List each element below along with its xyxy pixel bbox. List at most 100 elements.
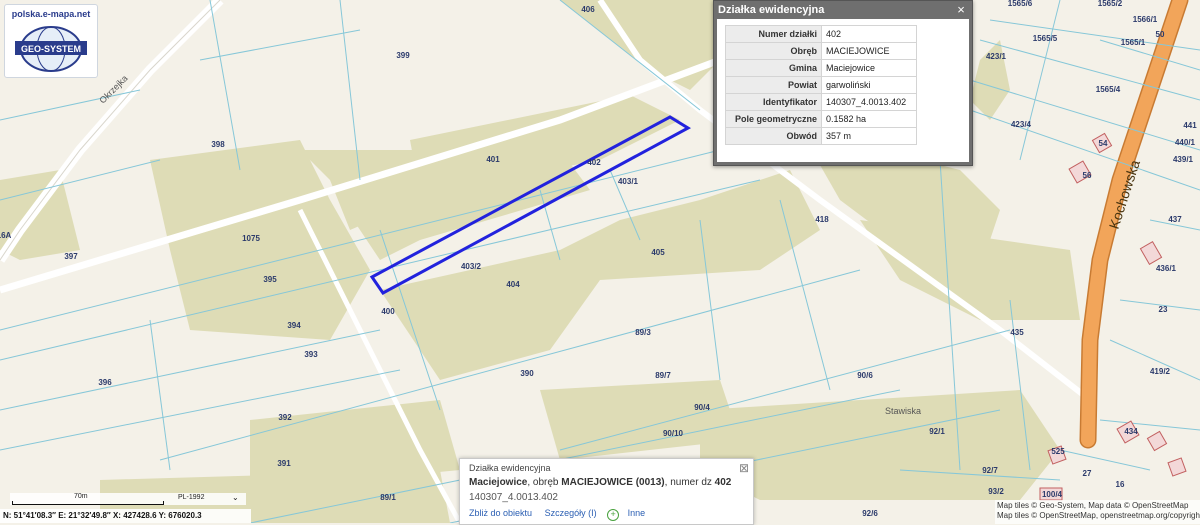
parcel-label: 89/1 bbox=[380, 493, 396, 502]
geo-system-logo[interactable]: polska.e-mapa.net GEO-SYSTEM bbox=[4, 4, 98, 78]
zoom-to-object-link[interactable]: Zbliż do obiektu bbox=[469, 508, 532, 518]
parcel-label: 27 bbox=[1083, 469, 1092, 478]
popup-close-icon[interactable]: ⊠ bbox=[739, 461, 749, 475]
popup-description: Maciejowice, obręb MACIEJOWICE (0013), n… bbox=[469, 477, 731, 488]
parcel-label: 396 bbox=[98, 378, 112, 387]
scale-bar: 70m PL-1992 ⌄ bbox=[10, 493, 246, 505]
crs-dropdown-chevron-icon[interactable]: ⌄ bbox=[232, 493, 239, 502]
popup-identifier: 140307_4.0013.402 bbox=[469, 492, 558, 503]
parcel-label: 54 bbox=[1099, 139, 1108, 148]
parcel-label: 89/3 bbox=[635, 328, 651, 337]
close-icon[interactable]: × bbox=[954, 3, 968, 17]
parcel-label: 434 bbox=[1124, 427, 1138, 436]
info-key: Gmina bbox=[725, 59, 822, 77]
parcel-label: 525 bbox=[1051, 447, 1065, 456]
info-value: Maciejowice bbox=[821, 59, 917, 77]
parcel-label: 436/1 bbox=[1156, 264, 1177, 273]
popup-text-numer: , numer dz bbox=[664, 477, 715, 488]
parcel-label: 391 bbox=[277, 459, 291, 468]
parcel-label: 1566/1 bbox=[1133, 15, 1158, 24]
plus-icon[interactable]: + bbox=[607, 509, 620, 521]
parcel-label: 1565/4 bbox=[1096, 85, 1121, 94]
map-attribution: Map tiles © Geo-System, Map data © OpenS… bbox=[995, 500, 1200, 524]
parcel-label: 390 bbox=[520, 369, 534, 378]
popup-parcel-number: 402 bbox=[714, 477, 732, 488]
parcel-label: 403/2 bbox=[461, 262, 482, 271]
info-key: Pole geometryczne bbox=[725, 110, 822, 128]
info-panel-title: Działka ewidencyjna bbox=[718, 4, 825, 16]
parcel-label: 401 bbox=[486, 155, 500, 164]
parcel-info-panel: Działka ewidencyjna × Numer działki 402 Ob… bbox=[713, 0, 973, 166]
parcel-label: 92/6 bbox=[862, 509, 878, 518]
parcel-label: 1565/6 bbox=[1008, 0, 1033, 8]
parcel-label: 394 bbox=[287, 321, 301, 330]
info-value: garwoliński bbox=[821, 76, 917, 94]
parcel-label: 100/4 bbox=[1042, 490, 1063, 499]
parcel-label: 399 bbox=[396, 51, 410, 60]
info-value: 0.1582 ha bbox=[821, 110, 917, 128]
info-value: 402 bbox=[821, 25, 917, 43]
parcel-label: 400 bbox=[381, 307, 395, 316]
parcel-label: 1565/1 bbox=[1121, 38, 1146, 47]
place-label-stawiska: Stawiska bbox=[885, 406, 921, 416]
logo-brand: GEO-SYSTEM bbox=[21, 44, 81, 54]
parcel-label: 423/1 bbox=[986, 52, 1007, 61]
info-key: Identyfikator bbox=[725, 93, 822, 111]
parcel-label: 89/7 bbox=[655, 371, 671, 380]
info-row: Pole geometryczne 0.1582 ha bbox=[725, 110, 917, 128]
parcel-label: 398 bbox=[211, 140, 225, 149]
logo-url: polska.e-mapa.net bbox=[11, 9, 91, 19]
info-key: Numer działki bbox=[725, 25, 822, 43]
parcel-label: 402 bbox=[587, 158, 601, 167]
popup-links: Zbliż do obiektu Szczegóły (I) + Inne bbox=[469, 508, 645, 521]
crs-label: PL-1992 bbox=[178, 494, 205, 501]
parcel-label: 393 bbox=[304, 350, 318, 359]
info-value: 357 m bbox=[821, 127, 917, 145]
attribution-line-2: Map tiles © OpenStreetMap, openstreetmap… bbox=[997, 511, 1200, 520]
parcel-label: 56 bbox=[1083, 171, 1092, 180]
parcel-label: 93/2 bbox=[988, 487, 1004, 496]
popup-title: Działka ewidencyjna bbox=[469, 463, 551, 473]
parcel-label: 90/6 bbox=[857, 371, 873, 380]
parcel-label: 92/1 bbox=[929, 427, 945, 436]
info-key: Powiat bbox=[725, 76, 822, 94]
info-row: Obwód 357 m bbox=[725, 127, 917, 145]
info-row: Numer działki 402 bbox=[725, 25, 917, 43]
parcel-label: 441 bbox=[1183, 121, 1197, 130]
parcel-label: 418 bbox=[815, 215, 829, 224]
parcel-label: 437 bbox=[1168, 215, 1182, 224]
parcel-label: 1565/2 bbox=[1098, 0, 1123, 8]
parcel-label: 16 bbox=[1116, 480, 1125, 489]
parcel-label: 440/1 bbox=[1175, 138, 1196, 147]
parcel-label: 50 bbox=[1156, 30, 1165, 39]
parcel-label: 1075 bbox=[242, 234, 260, 243]
parcel-label: 90/4 bbox=[694, 403, 710, 412]
parcel-label: 406 bbox=[581, 5, 595, 14]
info-key: Obręb bbox=[725, 42, 822, 60]
parcel-label: 419/2 bbox=[1150, 367, 1171, 376]
info-row: Powiat garwoliński bbox=[725, 76, 917, 94]
parcel-label: 435 bbox=[1010, 328, 1024, 337]
parcel-label: 92/7 bbox=[982, 466, 998, 475]
parcel-label: 395 bbox=[263, 275, 277, 284]
parcel-label: 439/1 bbox=[1173, 155, 1194, 164]
globe-icon: GEO-SYSTEM bbox=[15, 26, 87, 72]
parcel-label: 23 bbox=[1159, 305, 1168, 314]
cursor-coordinates: N: 51°41′08.3″ E: 21°32′49.8″ X: 427428.… bbox=[0, 509, 251, 523]
popup-text-obreb: , obręb bbox=[527, 477, 562, 488]
parcel-label: 16A bbox=[0, 231, 12, 240]
popup-place: Maciejowice bbox=[469, 477, 528, 488]
parcel-label: 403/1 bbox=[618, 177, 639, 186]
other-link[interactable]: Inne bbox=[628, 508, 646, 518]
info-value: 140307_4.0013.402 bbox=[821, 93, 917, 111]
popup-precinct: MACIEJOWICE (0013) bbox=[561, 477, 665, 488]
scale-bar-line bbox=[12, 501, 164, 505]
parcel-label: 423/4 bbox=[1011, 120, 1032, 129]
info-key: Obwód bbox=[725, 127, 822, 145]
details-link[interactable]: Szczegóły (I) bbox=[545, 508, 597, 518]
parcel-popup: Działka ewidencyjna ⊠ Maciejowice, obręb… bbox=[459, 458, 754, 525]
info-row: Identyfikator 140307_4.0013.402 bbox=[725, 93, 917, 111]
attribution-line-1: Map tiles © Geo-System, Map data © OpenS… bbox=[997, 501, 1189, 510]
map-canvas[interactable]: 406 399 398 401 402 403/1 1075 397 395 394 393 396 3… bbox=[0, 0, 1200, 523]
parcel-label: 397 bbox=[64, 252, 78, 261]
